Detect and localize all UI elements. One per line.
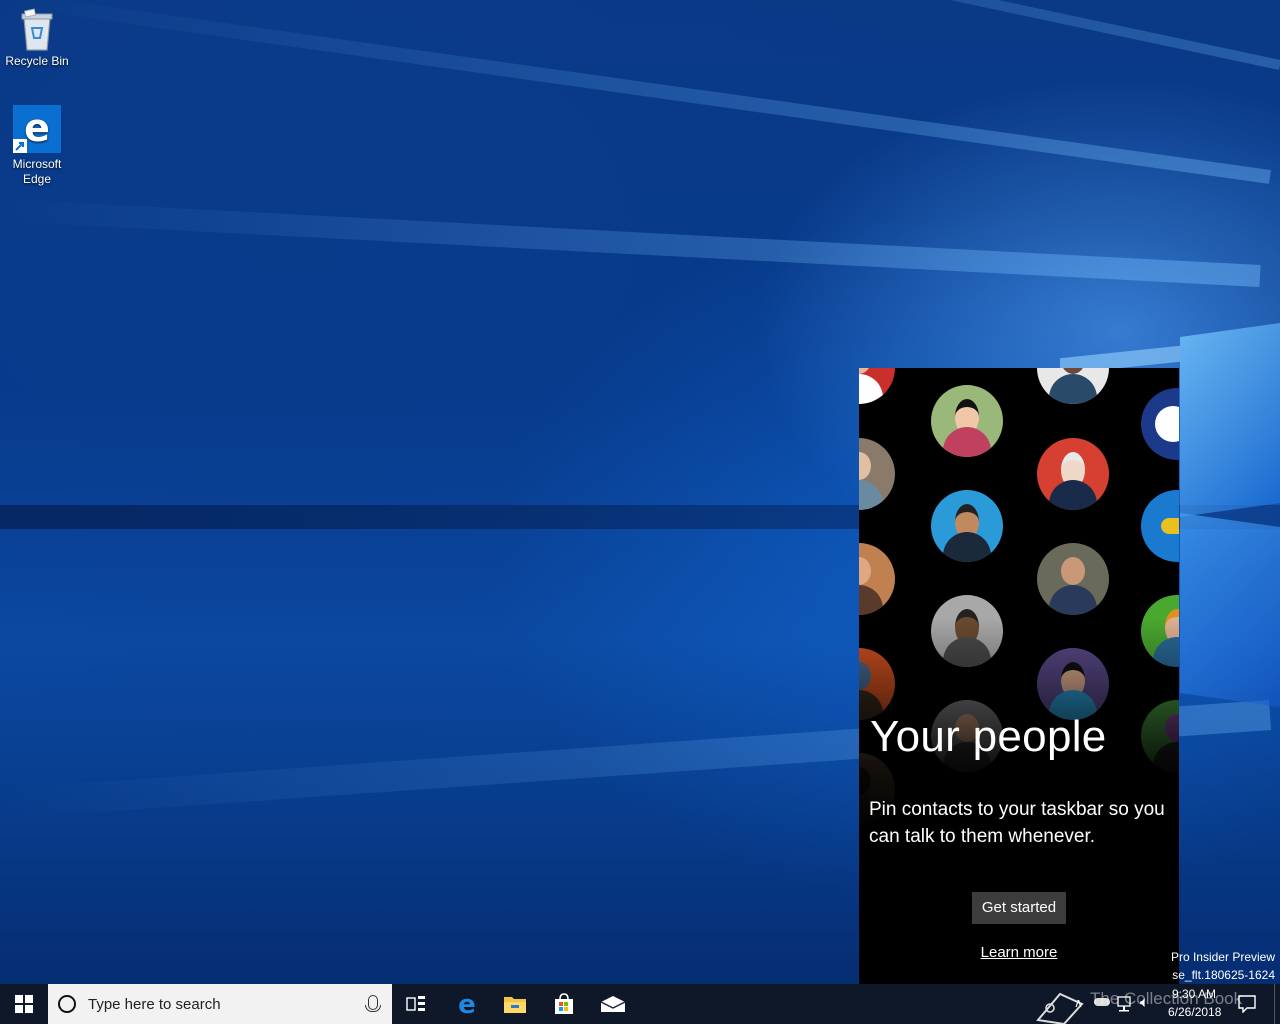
task-view-icon [406,996,425,1011]
file-explorer-icon [504,997,526,1013]
windows-logo-pane [1180,512,1280,708]
edge-icon: e [458,992,476,1016]
store-button[interactable] [540,984,588,1024]
contact-avatar [1037,368,1109,404]
contact-avatar [931,385,1003,457]
search-box[interactable]: Type here to search [48,984,392,1024]
wallpaper-beam [1,199,1261,287]
desktop: Recycle Bin e Microsoft Edge Your people… [0,0,1280,984]
contact-avatar [1037,438,1109,510]
learn-more-link[interactable]: Learn more [859,944,1179,961]
people-flyout: Your people Pin contacts to your taskbar… [859,368,1179,984]
contact-avatar [1037,543,1109,615]
watermark-overlay-text: The Collection Book [1090,989,1243,1008]
svg-text:e: e [458,992,476,1016]
contact-avatar [859,368,895,404]
recycle-bin-label: Recycle Bin [5,54,69,68]
edge-shortcut[interactable]: e Microsoft Edge [1,97,73,187]
contact-avatar [1141,490,1179,562]
contact-avatar [859,543,895,615]
recycle-bin-icon [16,8,58,51]
edge-icon: e [13,105,61,153]
contact-avatar [1141,388,1179,460]
contact-avatar [931,490,1003,562]
microphone-icon[interactable] [365,995,381,1012]
build-watermark-line2: se_flt.180625-1624 [1172,968,1275,982]
mail-button[interactable] [589,984,637,1024]
action-center-icon[interactable] [1238,995,1256,1013]
contact-avatar [859,438,895,510]
edge-label: Microsoft Edge [12,157,62,186]
get-started-button[interactable]: Get started [972,892,1066,924]
show-desktop-button[interactable] [1274,984,1280,1024]
mail-icon [600,996,626,1012]
show-hidden-icons-chevron-icon[interactable]: ∧ [1074,996,1083,1010]
build-watermark-line1: Pro Insider Preview [1170,950,1275,964]
windows-logo-pane [1180,322,1280,518]
svg-text:e: e [24,106,50,150]
task-view-button[interactable] [392,984,440,1024]
cortana-icon [58,995,76,1013]
search-placeholder: Type here to search [88,996,221,1013]
recycle-bin-shortcut[interactable]: Recycle Bin [1,0,73,69]
start-button[interactable] [0,984,48,1024]
store-icon [555,993,573,1014]
people-description: Pin contacts to your taskbar so you can … [869,799,1165,847]
file-explorer-button[interactable] [491,984,539,1024]
people-title: Your people [870,712,1107,761]
edge-taskbar-button[interactable]: e [443,984,491,1024]
taskbar: Type here to search e ∧ 🔈︎ 9:30 AM 6/26/… [0,984,1280,1024]
windows-logo-icon [15,995,33,1013]
